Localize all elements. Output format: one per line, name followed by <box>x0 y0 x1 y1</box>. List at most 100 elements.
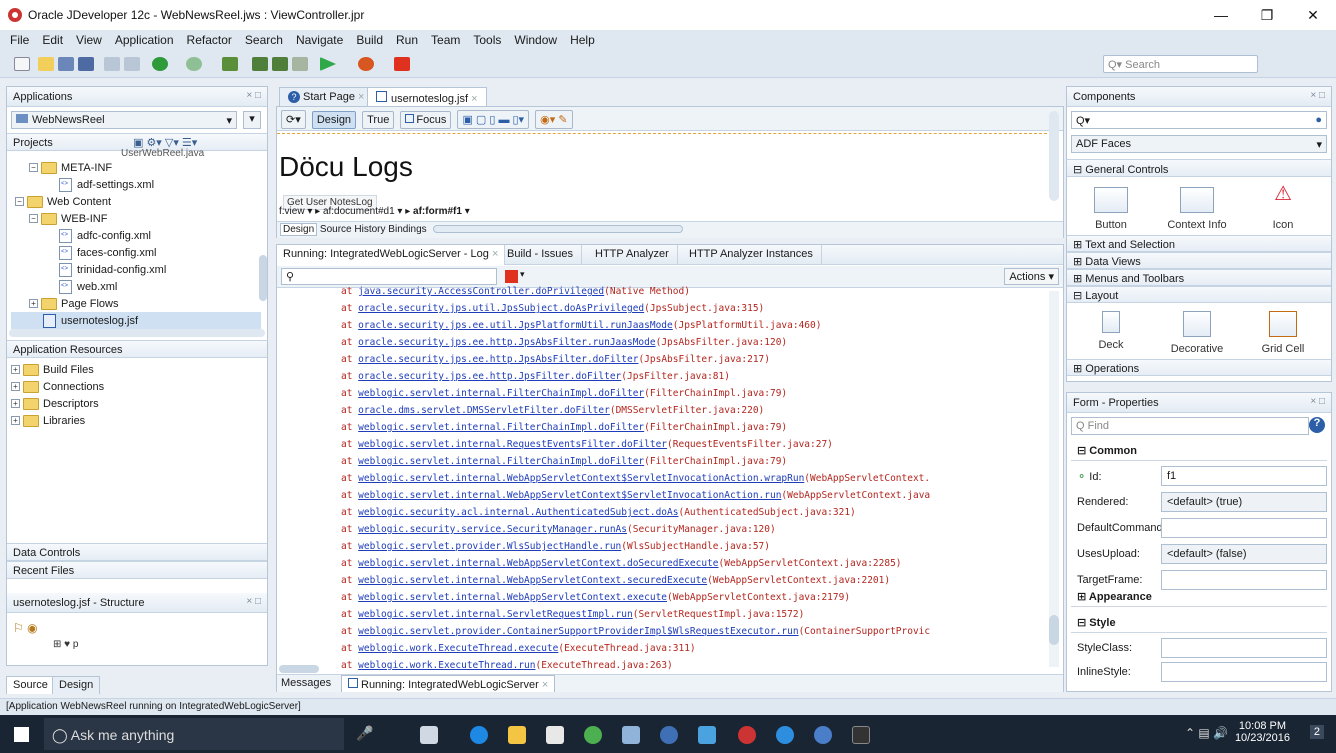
minimize-button[interactable]: — <box>1198 0 1244 30</box>
photos-icon[interactable] <box>698 726 716 744</box>
browser-icon[interactable]: ◉▾ ✎ <box>535 110 573 129</box>
log-line[interactable]: at oracle.security.jps.ee.util.JpsPlatfo… <box>341 317 1041 334</box>
category-data-views[interactable]: ⊞ Data Views <box>1067 252 1331 269</box>
debug-icon[interactable] <box>358 57 374 71</box>
open-icon[interactable] <box>38 57 54 71</box>
log-method-link[interactable]: oracle.security.jps.ee.util.JpsPlatformU… <box>358 320 673 331</box>
log-line[interactable]: at oracle.dms.servlet.DMSServletFilter.d… <box>341 402 1041 419</box>
components-search-input[interactable]: Q▾ ● <box>1071 111 1327 129</box>
log-method-link[interactable]: weblogic.security.acl.internal.Authentic… <box>358 507 678 518</box>
tree-item-web-inf[interactable]: − WEB-INF <box>11 210 261 227</box>
collapse-icon[interactable]: − <box>29 163 38 172</box>
editor-hscrollbar[interactable] <box>433 225 684 234</box>
log-line[interactable]: at weblogic.servlet.provider.ContainerSu… <box>341 623 1041 640</box>
app-selector[interactable]: WebNewsReel ▾ <box>11 111 237 129</box>
tree-item-meta-inf[interactable]: − META-INF <box>11 159 261 176</box>
expand-icon[interactable]: + <box>29 299 38 308</box>
log-line[interactable]: at weblogic.servlet.internal.FilterChain… <box>341 385 1041 402</box>
log-vscrollbar-thumb[interactable] <box>1049 615 1059 645</box>
maximize-button[interactable]: ❐ <box>1244 0 1290 30</box>
layout-icons[interactable]: ▣ ▢ ▯ ▬ ▯▾ <box>457 110 530 129</box>
tab-usernoteslog[interactable]: usernoteslog.jsf × <box>367 87 487 107</box>
log-method-link[interactable]: oracle.security.jps.ee.http.JpsFilter.do… <box>358 371 621 382</box>
log-line[interactable]: at weblogic.servlet.internal.FilterChain… <box>341 419 1041 436</box>
new-icon[interactable] <box>14 57 30 71</box>
edge-icon[interactable] <box>470 726 488 744</box>
properties-find-input[interactable]: Q Find <box>1071 417 1309 435</box>
log-line[interactable]: at weblogic.servlet.internal.WebAppServl… <box>341 555 1041 572</box>
log-line[interactable]: at java.security.AccessController.doPriv… <box>341 283 1041 300</box>
log-method-link[interactable]: weblogic.servlet.internal.RequestEventsF… <box>358 439 667 450</box>
rebuild-icon[interactable] <box>272 57 288 71</box>
panel-controls[interactable]: × □ <box>1310 396 1325 407</box>
log-method-link[interactable]: weblogic.servlet.internal.FilterChainImp… <box>358 456 644 467</box>
library-dropdown[interactable]: ADF Faces ▾ <box>1071 135 1327 153</box>
panel-controls[interactable]: × □ <box>1310 90 1325 101</box>
expand-icon[interactable]: + <box>11 416 20 425</box>
make-icon[interactable] <box>252 57 268 71</box>
tab-source[interactable]: Source <box>320 224 352 235</box>
tab-build-issues[interactable]: Build - Issues <box>499 245 583 265</box>
tree-item-connections[interactable]: + Connections <box>11 378 104 395</box>
tab-messages[interactable]: Messages <box>281 677 331 689</box>
log-line[interactable]: at weblogic.servlet.provider.WlsSubjectH… <box>341 538 1041 555</box>
stop-icon[interactable] <box>505 270 518 283</box>
expand-icon[interactable]: + <box>11 399 20 408</box>
structure-tab-source[interactable]: Source <box>6 676 55 694</box>
category-menus-toolbars[interactable]: ⊞ Menus and Toolbars <box>1067 269 1331 286</box>
menu-team[interactable]: Team <box>431 33 460 47</box>
app-menu-button[interactable]: ▾ <box>243 111 261 129</box>
close-tab-icon[interactable]: × <box>542 679 548 691</box>
menu-navigate[interactable]: Navigate <box>296 33 343 47</box>
close-button[interactable]: ✕ <box>1290 0 1336 30</box>
chrome-icon[interactable] <box>584 726 602 744</box>
tree-item-adfc-config[interactable]: adfc-config.xml <box>11 227 261 244</box>
close-tab-icon[interactable]: × <box>471 93 477 105</box>
tab-http-analyzer-instances[interactable]: HTTP Analyzer Instances <box>681 245 822 265</box>
general-controls-header[interactable]: ⊟ General Controls <box>1067 159 1331 177</box>
tab-history[interactable]: History <box>354 224 385 235</box>
log-method-link[interactable]: weblogic.servlet.provider.ContainerSuppo… <box>358 626 798 637</box>
menu-run[interactable]: Run <box>396 33 418 47</box>
styleclass-field[interactable] <box>1161 638 1327 658</box>
inlinestyle-field[interactable] <box>1161 662 1327 682</box>
chevron-down-icon[interactable]: ▾ <box>520 269 525 280</box>
help-icon[interactable]: ? <box>1309 417 1325 433</box>
tab-log[interactable]: Running: IntegratedWebLogicServer - Log … <box>277 245 506 265</box>
cortana-search[interactable]: ◯ Ask me anything <box>44 718 344 750</box>
breadcrumb-item[interactable]: af:document#d1 <box>323 206 395 217</box>
task-view-icon[interactable] <box>420 726 438 744</box>
go-icon[interactable]: ● <box>1315 114 1322 126</box>
component-deck[interactable]: Deck <box>1071 311 1151 351</box>
app-icon[interactable] <box>814 726 832 744</box>
recent-files-header[interactable]: Recent Files <box>7 561 267 579</box>
windows-start-icon[interactable] <box>14 727 29 742</box>
log-method-link[interactable]: weblogic.work.ExecuteThread.execute <box>358 643 558 654</box>
tab-start-page[interactable]: ? Start Page × <box>279 87 374 107</box>
log-method-link[interactable]: weblogic.servlet.provider.WlsSubjectHand… <box>358 541 621 552</box>
tree-hscrollbar[interactable] <box>9 329 265 337</box>
category-text-selection[interactable]: ⊞ Text and Selection <box>1067 235 1331 252</box>
log-method-link[interactable]: weblogic.security.service.SecurityManage… <box>358 524 627 535</box>
menu-refactor[interactable]: Refactor <box>187 33 232 47</box>
log-line[interactable]: at weblogic.servlet.internal.WebAppServl… <box>341 572 1041 589</box>
structure-node[interactable]: ⊞ ♥ p <box>53 639 78 650</box>
tree-item-build-files[interactable]: + Build Files <box>11 361 104 378</box>
breadcrumb-item[interactable]: f:view <box>279 206 305 217</box>
log-line[interactable]: at weblogic.security.service.SecurityMan… <box>341 521 1041 538</box>
component-context-info[interactable]: Context Info <box>1157 187 1237 231</box>
structure-tab-design[interactable]: Design <box>52 676 101 694</box>
refresh-icon[interactable]: ⟳▾ <box>281 110 306 129</box>
log-line[interactable]: at oracle.security.jps.ee.http.JpsAbsFil… <box>341 351 1041 368</box>
tree-item-usernoteslog[interactable]: usernoteslog.jsf <box>11 312 261 329</box>
log-line[interactable]: at weblogic.work.ExecuteThread.run(Execu… <box>341 657 1041 674</box>
menu-edit[interactable]: Edit <box>42 33 63 47</box>
log-line[interactable]: at oracle.security.jps.util.JpsSubject.d… <box>341 300 1041 317</box>
forward-icon[interactable] <box>186 57 202 71</box>
tree-item-web-xml[interactable]: web.xml <box>11 278 261 295</box>
log-hscrollbar[interactable] <box>279 665 319 673</box>
log-method-link[interactable]: weblogic.servlet.internal.FilterChainImp… <box>358 388 644 399</box>
undo-icon[interactable] <box>104 57 120 71</box>
store-icon[interactable] <box>546 726 564 744</box>
defaultcommand-field[interactable] <box>1161 518 1327 538</box>
